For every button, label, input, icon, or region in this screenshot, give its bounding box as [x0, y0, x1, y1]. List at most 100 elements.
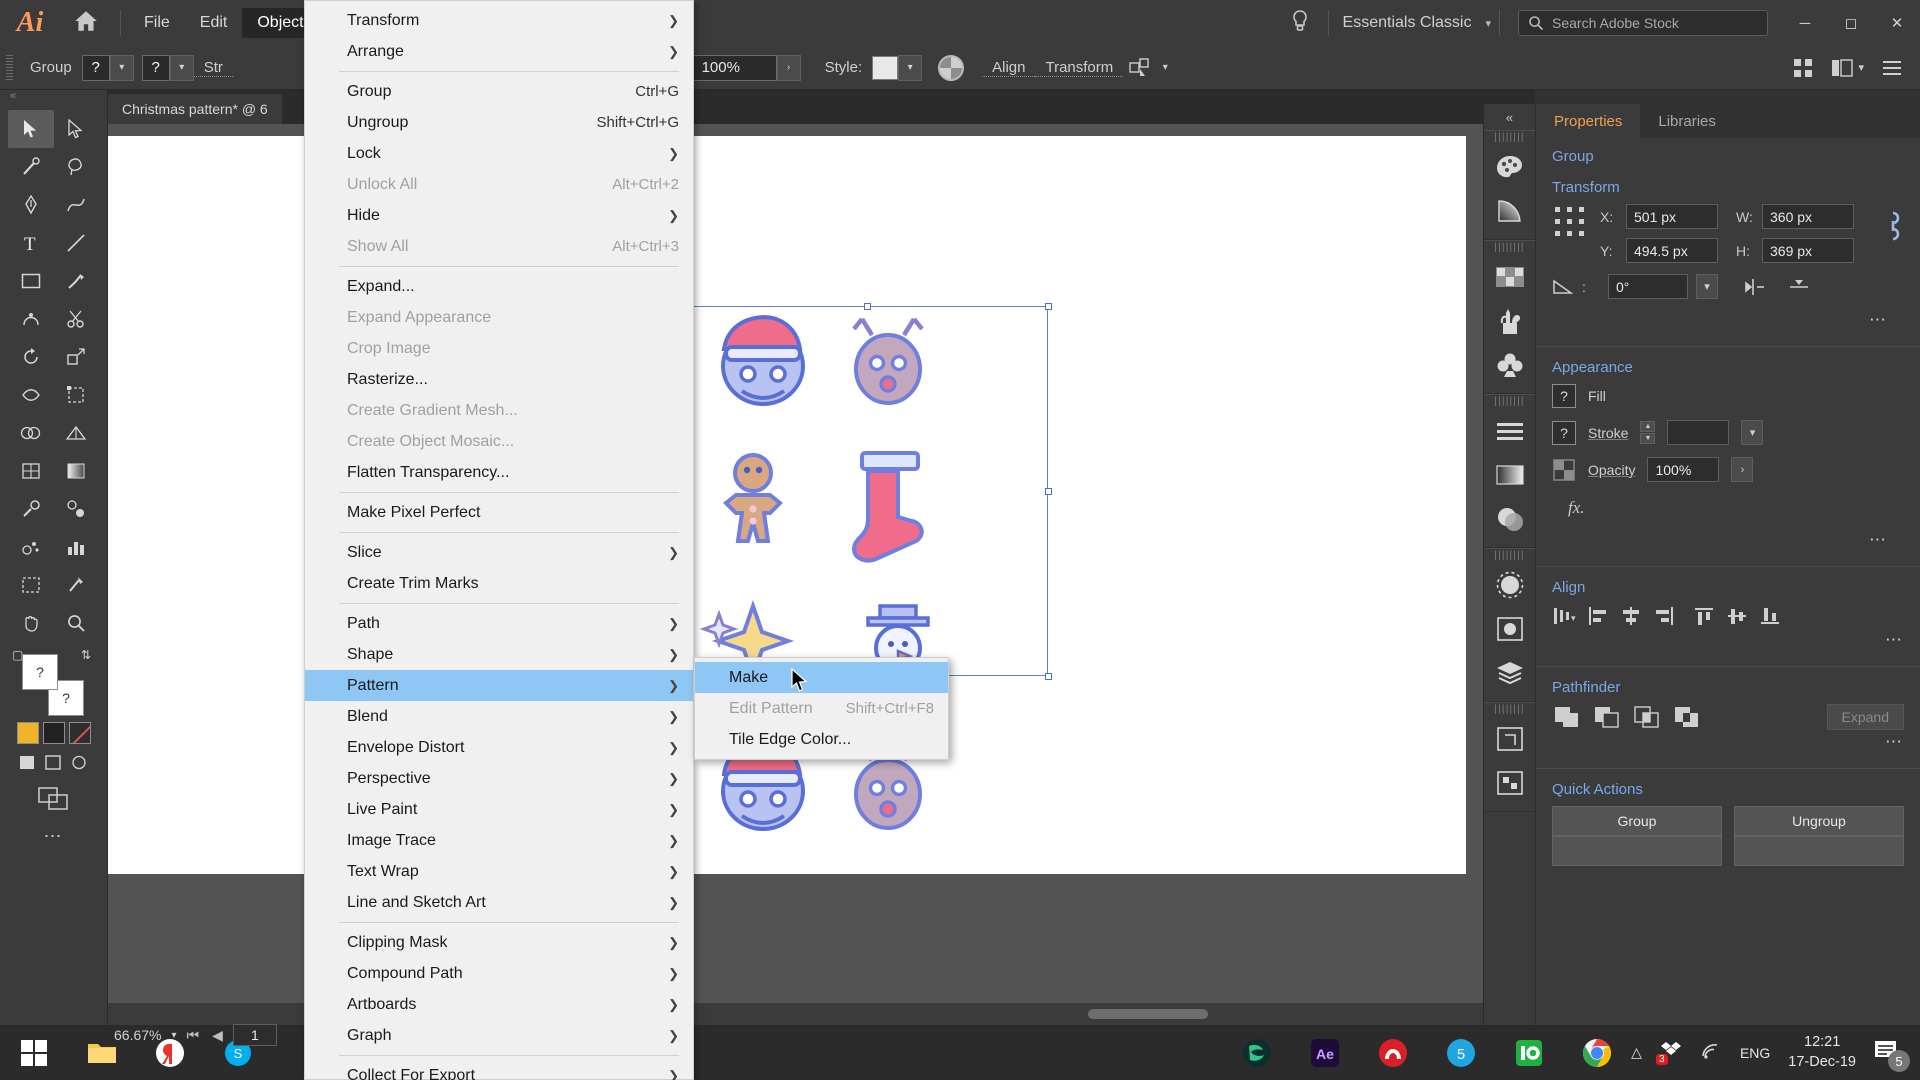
- toolbar-grip[interactable]: «: [0, 90, 107, 106]
- artboard-nav-first-icon[interactable]: ⏮: [187, 1027, 203, 1044]
- style-dropdown-icon[interactable]: ▾: [898, 55, 922, 81]
- selection-handle[interactable]: [1045, 303, 1052, 310]
- menu-item-artboards[interactable]: Artboards❯: [305, 989, 693, 1020]
- home-icon[interactable]: [60, 8, 112, 38]
- windows-start-icon[interactable]: [0, 1025, 68, 1080]
- constrain-proportions-icon[interactable]: [1882, 204, 1904, 248]
- menu-item-arrange[interactable]: Arrange❯: [305, 36, 693, 67]
- after-effects-icon[interactable]: Ae: [1291, 1025, 1359, 1080]
- screen-mode-icon[interactable]: [37, 786, 71, 812]
- dropbox-icon[interactable]: 3: [1660, 1040, 1682, 1065]
- lasso-tool[interactable]: [54, 148, 100, 186]
- opacity-expand-icon[interactable]: ›: [1731, 457, 1753, 482]
- icons8-icon[interactable]: [1495, 1025, 1563, 1080]
- more-tools-icon[interactable]: ⋯: [0, 826, 107, 847]
- shape-builder-tool[interactable]: [8, 414, 54, 452]
- selection-handle[interactable]: [864, 303, 871, 310]
- rail-grip[interactable]: ||||||||: [1484, 241, 1535, 255]
- menu-item-lock[interactable]: Lock❯: [305, 138, 693, 169]
- menu-item-group[interactable]: GroupCtrl+G: [305, 76, 693, 107]
- fill-swatch[interactable]: ?: [82, 55, 110, 81]
- align-bottom-icon[interactable]: [1758, 604, 1784, 628]
- blend-tool[interactable]: [54, 490, 100, 528]
- align-right-icon[interactable]: [1651, 604, 1677, 628]
- stroke-weight-dropdown-icon[interactable]: ▾: [1741, 420, 1763, 445]
- w-field[interactable]: 360 px: [1762, 204, 1854, 229]
- rail-grip[interactable]: ||||||||: [1484, 549, 1535, 563]
- fill-color-swatch[interactable]: ?: [22, 654, 58, 690]
- chrome-icon[interactable]: [1563, 1025, 1631, 1080]
- swap-colors-icon[interactable]: ⇅: [81, 648, 91, 662]
- y-field[interactable]: 494.5 px: [1626, 238, 1718, 263]
- pen-tool[interactable]: [8, 186, 54, 224]
- grid-view-icon[interactable]: [1793, 58, 1813, 78]
- clock[interactable]: 12:21 17-Dec-19: [1788, 1033, 1856, 1072]
- search-input[interactable]: Search Adobe Stock: [1518, 10, 1768, 36]
- artboard-number[interactable]: 1: [233, 1024, 277, 1046]
- symbols-panel-icon[interactable]: [1484, 343, 1535, 387]
- opera-icon[interactable]: 5: [1427, 1025, 1495, 1080]
- artboards-panel-icon[interactable]: [1484, 717, 1535, 761]
- menu-item-ungroup[interactable]: UngroupShift+Ctrl+G: [305, 107, 693, 138]
- rectangle-tool[interactable]: [8, 262, 54, 300]
- menu-item-perspective[interactable]: Perspective❯: [305, 763, 693, 794]
- width-tool[interactable]: [8, 376, 54, 414]
- align-center-vertical-icon[interactable]: [1725, 604, 1751, 628]
- brushes-panel-icon[interactable]: [1484, 299, 1535, 343]
- gradient-tool[interactable]: [54, 452, 100, 490]
- menu-item-text-wrap[interactable]: Text Wrap❯: [305, 856, 693, 887]
- stroke-label[interactable]: Str: [194, 59, 233, 77]
- stroke-weight-stepper[interactable]: ▲▼: [1640, 421, 1655, 444]
- quick-action-button-3[interactable]: [1552, 836, 1722, 866]
- zoom-tool[interactable]: [54, 604, 100, 642]
- collapse-panels-icon[interactable]: «: [1484, 104, 1535, 130]
- language-indicator[interactable]: ENG: [1740, 1045, 1770, 1061]
- curvature-tool[interactable]: [54, 186, 100, 224]
- flip-vertical-icon[interactable]: [1788, 277, 1810, 297]
- pattern-submenu[interactable]: MakeEdit PatternShift+Ctrl+F8Tile Edge C…: [694, 657, 949, 760]
- pathfinder-more-options-icon[interactable]: ⋯: [1552, 730, 1904, 760]
- free-transform-tool[interactable]: [54, 376, 100, 414]
- layers-panel-icon[interactable]: [1484, 651, 1535, 695]
- opacity-value[interactable]: 100%: [693, 55, 777, 81]
- angle-dropdown-icon[interactable]: ▾: [1696, 274, 1718, 299]
- menu-item-shape[interactable]: Shape❯: [305, 639, 693, 670]
- horizontal-scroll-thumb[interactable]: [1088, 1009, 1208, 1019]
- shaper-tool[interactable]: [8, 300, 54, 338]
- scissors-tool[interactable]: [54, 300, 100, 338]
- rail-grip[interactable]: ||||||||: [1484, 131, 1535, 145]
- menu-item-flatten-transparency[interactable]: Flatten Transparency...: [305, 457, 693, 488]
- menu-item-pattern[interactable]: Pattern❯: [305, 670, 693, 701]
- color-mode-icon[interactable]: [17, 722, 39, 744]
- transform-label[interactable]: Transform: [1035, 59, 1123, 77]
- direct-selection-tool[interactable]: [54, 110, 100, 148]
- opacity-field[interactable]: 100%: [1647, 457, 1719, 482]
- eyedropper-tool[interactable]: [8, 490, 54, 528]
- fx-label[interactable]: fx.: [1552, 494, 1904, 528]
- h-field[interactable]: 369 px: [1762, 238, 1854, 263]
- creative-cloud-icon[interactable]: [1359, 1025, 1427, 1080]
- opacity-expand-icon[interactable]: ›: [777, 55, 801, 81]
- recolor-artwork-icon[interactable]: [938, 55, 964, 81]
- arrange-documents-icon[interactable]: ▾: [1831, 59, 1864, 77]
- gradient-mode-icon[interactable]: [43, 722, 65, 744]
- lightbulb-icon[interactable]: [1280, 9, 1320, 37]
- menu-item-envelope-distort[interactable]: Envelope Distort❯: [305, 732, 693, 763]
- perspective-grid-tool[interactable]: [54, 414, 100, 452]
- zoom-dropdown-icon[interactable]: ▾: [171, 1030, 176, 1041]
- object-menu[interactable]: Transform❯Arrange❯GroupCtrl+GUngroupShif…: [304, 0, 694, 1080]
- magic-wand-tool[interactable]: [8, 148, 54, 186]
- none-mode-icon[interactable]: [69, 722, 91, 744]
- expand-button[interactable]: Expand: [1827, 704, 1904, 730]
- fill-dropdown-icon[interactable]: ▾: [110, 55, 134, 81]
- menu-item-path[interactable]: Path❯: [305, 608, 693, 639]
- menu-item-expand[interactable]: Expand...: [305, 271, 693, 302]
- slice-tool[interactable]: [54, 566, 100, 604]
- align-label[interactable]: Align: [982, 59, 1035, 77]
- menu-item-slice[interactable]: Slice❯: [305, 537, 693, 568]
- align-center-horizontal-icon[interactable]: [1618, 604, 1644, 628]
- draw-normal-icon[interactable]: [18, 754, 38, 772]
- scale-tool[interactable]: [54, 338, 100, 376]
- minimize-icon[interactable]: ─: [1782, 0, 1828, 46]
- align-more-options-icon[interactable]: ⋯: [1552, 628, 1904, 658]
